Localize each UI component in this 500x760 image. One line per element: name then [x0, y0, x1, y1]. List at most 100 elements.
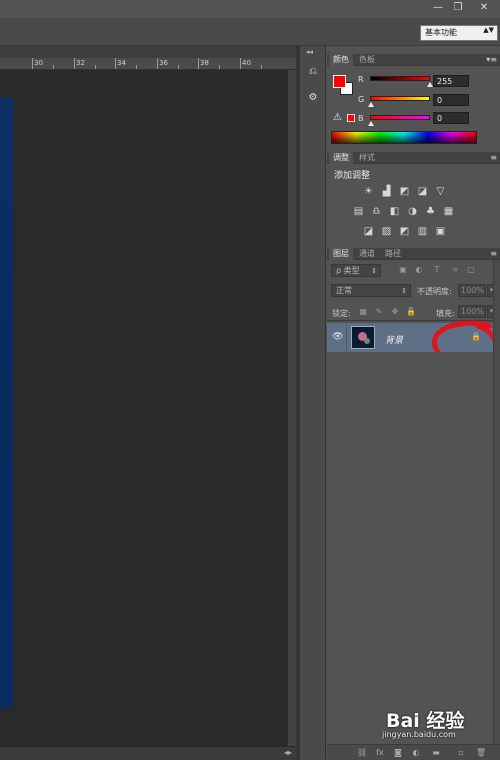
panel-menu-icon[interactable]: ≡: [490, 248, 497, 259]
ruler-tick: [53, 65, 54, 69]
workspace-select-label: 基本功能: [425, 28, 457, 37]
tab-swatches[interactable]: 色板: [355, 54, 379, 66]
new-adjustment-icon[interactable]: ◐: [410, 748, 422, 758]
gamut-warning-icon[interactable]: ⚠: [333, 112, 342, 123]
canvas-pasteboard[interactable]: [0, 70, 288, 746]
ruler-tick: [95, 65, 96, 69]
ruler-label: 30: [34, 59, 43, 67]
green-value-input[interactable]: 0: [433, 94, 469, 106]
ruler-label: 40: [242, 59, 251, 67]
panel-menu-icon[interactable]: ≡: [490, 152, 497, 163]
invert-icon[interactable]: ◪: [362, 226, 375, 237]
color-balance-icon[interactable]: ◧: [388, 206, 401, 217]
channel-label-g: G: [358, 95, 365, 104]
panel-scrollbar[interactable]: [493, 260, 500, 744]
thumbnail-leaf: [364, 338, 370, 344]
panel-menu-icon[interactable]: ▾≡: [486, 54, 497, 65]
layer-thumbnail[interactable]: [351, 326, 375, 349]
new-group-icon[interactable]: ▬: [430, 748, 442, 758]
posterize-icon[interactable]: ▨: [380, 226, 393, 237]
link-layers-icon[interactable]: ⛓: [356, 748, 368, 758]
exposure-icon[interactable]: ◪: [416, 186, 429, 197]
ruler-label: 32: [76, 59, 85, 67]
layer-name[interactable]: 背景: [385, 333, 403, 346]
tab-paths[interactable]: 路径: [381, 248, 405, 260]
tab-channels[interactable]: 通道: [355, 248, 379, 260]
photo-filter-icon[interactable]: ♣: [424, 206, 437, 217]
layer-style-icon[interactable]: fx: [374, 748, 386, 758]
filter-shape-icon[interactable]: ⌗: [450, 265, 460, 275]
ruler-tick: [240, 58, 241, 69]
title-bar: [0, 0, 500, 18]
red-value-input[interactable]: 255: [433, 75, 469, 87]
vertical-scrollbar[interactable]: [288, 70, 296, 746]
green-slider[interactable]: [370, 96, 430, 101]
fill-input[interactable]: 100%: [458, 305, 486, 318]
selective-color-icon[interactable]: ▣: [434, 226, 447, 237]
document-image[interactable]: [0, 98, 13, 708]
filter-adjustment-icon[interactable]: ◐: [414, 265, 424, 275]
gradient-map-icon[interactable]: ▥: [416, 226, 429, 237]
layer-filter-label: ρ 类型: [336, 266, 360, 275]
blue-slider-thumb[interactable]: [368, 121, 374, 126]
color-spectrum-ramp[interactable]: [331, 131, 477, 144]
color-panel-tabs: 颜色 色板 ▾≡: [327, 54, 500, 66]
ruler-tick: [74, 58, 75, 69]
levels-icon[interactable]: ▟: [380, 186, 393, 197]
gradient-icon[interactable]: ▽: [434, 186, 447, 197]
layers-list-empty-area: [327, 352, 493, 744]
filter-smart-object-icon[interactable]: ▢: [466, 265, 476, 275]
add-mask-icon[interactable]: ◙: [392, 748, 404, 758]
ruler-tick: [198, 58, 199, 69]
new-layer-icon[interactable]: ▫: [455, 748, 467, 758]
ruler-tick: [178, 65, 179, 69]
tab-adjustments[interactable]: 调整: [329, 152, 353, 164]
ruler-tick: [136, 65, 137, 69]
filter-type-icon[interactable]: T: [432, 265, 442, 275]
threshold-icon[interactable]: ◩: [398, 226, 411, 237]
black-white-icon[interactable]: ◑: [406, 206, 419, 217]
curves-icon[interactable]: ◩: [398, 186, 411, 197]
filter-pixel-icon[interactable]: ▣: [398, 265, 408, 275]
blue-value-input[interactable]: 0: [433, 112, 469, 124]
chevron-down-icon: ⇕: [401, 287, 407, 295]
channel-label-r: R: [358, 75, 364, 84]
blend-mode-select[interactable]: 正常 ⇕: [331, 284, 411, 297]
lock-transparent-icon[interactable]: ▦: [358, 307, 368, 317]
lock-position-icon[interactable]: ✥: [390, 307, 400, 317]
lock-all-icon[interactable]: 🔒: [406, 307, 416, 317]
red-slider[interactable]: [370, 76, 430, 81]
green-slider-thumb[interactable]: [368, 102, 374, 107]
workspace-select[interactable]: 基本功能 ▲▼: [420, 25, 498, 41]
opacity-input[interactable]: 100%: [458, 284, 486, 297]
collapse-icon[interactable]: ◂◂: [306, 48, 313, 56]
ruler-tick: [157, 58, 158, 69]
foreground-color-swatch[interactable]: [333, 75, 346, 88]
delete-layer-icon[interactable]: 🗑: [475, 748, 487, 758]
scroll-arrow-icon[interactable]: ◂▸: [284, 748, 292, 757]
hue-saturation-icon[interactable]: ♎: [370, 206, 383, 217]
horizontal-ruler[interactable]: 30 32 34 36 38 40: [0, 58, 296, 70]
lock-image-icon[interactable]: ✎: [374, 307, 384, 317]
close-icon[interactable]: ✕: [476, 1, 492, 15]
eye-visibility-icon[interactable]: 👁: [332, 332, 343, 342]
tab-color[interactable]: 颜色: [329, 54, 353, 66]
divider: [346, 323, 347, 352]
horizontal-scrollbar[interactable]: ◂▸: [0, 746, 296, 760]
brightness-contrast-icon[interactable]: ☀: [362, 186, 375, 197]
channel-mixer-icon[interactable]: ▦: [442, 206, 455, 217]
restore-icon[interactable]: ❐: [450, 1, 466, 15]
watermark-url: jingyan.baidu.com: [382, 730, 456, 739]
blend-mode-label: 正常: [336, 286, 352, 295]
gamut-warning-swatch[interactable]: [347, 114, 355, 122]
tab-layers[interactable]: 图层: [329, 248, 353, 260]
history-icon[interactable]: ⎌: [302, 62, 324, 82]
tab-styles[interactable]: 样式: [355, 152, 379, 164]
document-tab-strip: [0, 46, 296, 58]
vibrance-icon[interactable]: ▤: [352, 206, 365, 217]
minimize-icon[interactable]: —: [430, 1, 446, 15]
properties-icon[interactable]: ⚙: [302, 88, 324, 108]
ruler-label: 36: [159, 59, 168, 67]
blue-slider[interactable]: [370, 115, 430, 120]
layer-filter-select[interactable]: ρ 类型 ⇕: [331, 264, 381, 277]
